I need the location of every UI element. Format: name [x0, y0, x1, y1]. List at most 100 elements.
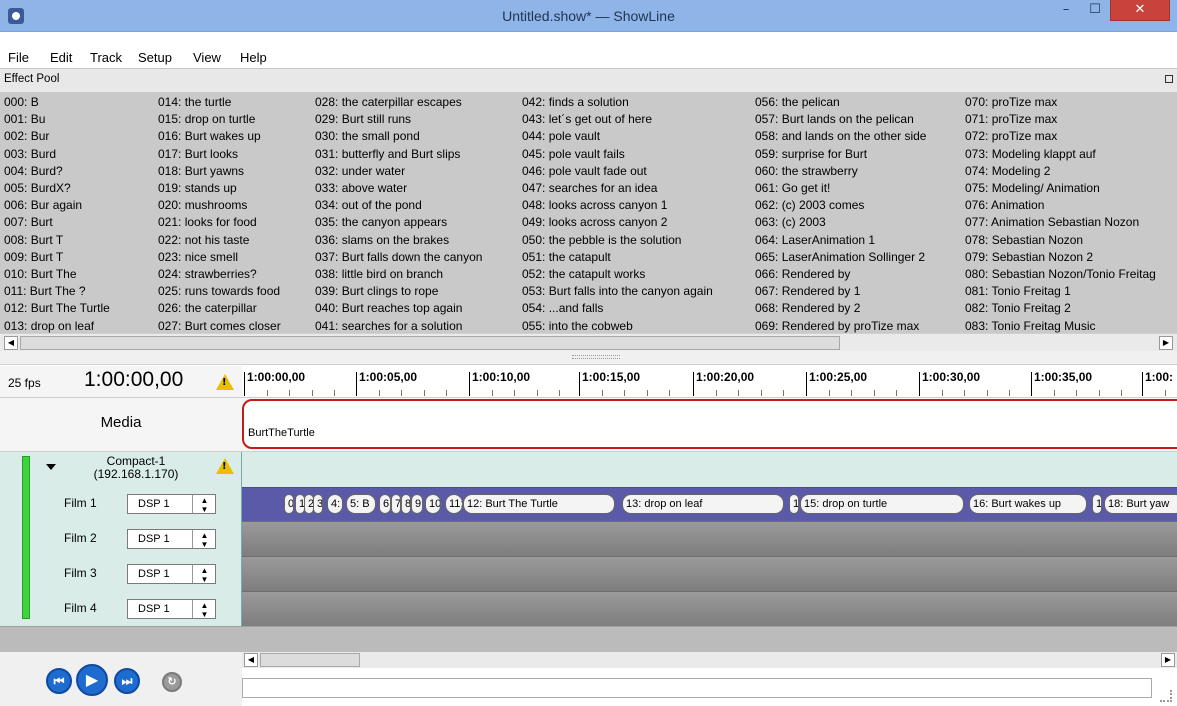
warning-icon[interactable]: [216, 374, 234, 390]
reload-button[interactable]: ↻: [162, 672, 182, 692]
dsp-select[interactable]: DSP 1 ▲ ▼: [127, 564, 216, 584]
effect-item[interactable]: 004: Burd?: [4, 163, 110, 180]
effect-item[interactable]: 062: (c) 2003 comes: [755, 197, 926, 214]
effect-item[interactable]: 011: Burt The ?: [4, 283, 110, 300]
media-track[interactable]: BurtTheTurtle: [242, 398, 1177, 452]
scroll-thumb[interactable]: [260, 653, 360, 667]
spinner-icon[interactable]: ▲ ▼: [192, 530, 216, 549]
film-lane-3[interactable]: [242, 556, 1177, 591]
effect-item[interactable]: 051: the catapult: [522, 249, 713, 266]
effect-item[interactable]: 023: nice smell: [158, 249, 281, 266]
cue-clip[interactable]: 1: [1092, 494, 1102, 514]
effect-item[interactable]: 037: Burt falls down the canyon: [315, 249, 482, 266]
scroll-left-icon[interactable]: ◀: [244, 653, 258, 667]
cue-clip[interactable]: 7: [391, 494, 401, 514]
menu-file[interactable]: File: [8, 50, 29, 65]
cue-clip[interactable]: 8: [401, 494, 411, 514]
effect-item[interactable]: 013: drop on leaf: [4, 318, 110, 333]
menu-edit[interactable]: Edit: [50, 50, 72, 65]
timeline-ruler[interactable]: 1:00:00,00 1:00:05,00 1:00:10,00 1:00:15,00…: [242, 366, 1177, 398]
effect-item[interactable]: 052: the catapult works: [522, 266, 713, 283]
effect-item[interactable]: 063: (c) 2003: [755, 214, 926, 231]
effect-item[interactable]: 007: Burt: [4, 214, 110, 231]
effect-item[interactable]: 079: Sebastian Nozon 2: [965, 249, 1156, 266]
forward-button[interactable]: ⏭: [114, 668, 140, 694]
effect-item[interactable]: 072: proTize max: [965, 128, 1156, 145]
spinner-icon[interactable]: ▲ ▼: [192, 600, 216, 619]
effect-item[interactable]: 008: Burt T: [4, 232, 110, 249]
menu-setup[interactable]: Setup: [138, 50, 172, 65]
effect-item[interactable]: 060: the strawberry: [755, 163, 926, 180]
effect-item[interactable]: 000: B: [4, 94, 110, 111]
effect-item[interactable]: 047: searches for an idea: [522, 180, 713, 197]
cue-clip[interactable]: 16: Burt wakes up: [969, 494, 1087, 514]
effect-item[interactable]: 019: stands up: [158, 180, 281, 197]
effect-item[interactable]: 074: Modeling 2: [965, 163, 1156, 180]
effect-item[interactable]: 055: into the cobweb: [522, 318, 713, 333]
film-lane-4[interactable]: [242, 591, 1177, 626]
cue-clip[interactable]: 13: drop on leaf: [622, 494, 784, 514]
cue-clip[interactable]: 11:: [445, 494, 463, 514]
effect-item[interactable]: 025: runs towards food: [158, 283, 281, 300]
dsp-select[interactable]: DSP 1 ▲ ▼: [127, 599, 216, 619]
cue-clip[interactable]: 12: Burt The Turtle: [463, 494, 615, 514]
effect-item[interactable]: 080: Sebastian Nozon/Tonio Freitag: [965, 266, 1156, 283]
menu-track[interactable]: Track: [90, 50, 122, 65]
effect-item[interactable]: 027: Burt comes closer: [158, 318, 281, 333]
effect-item[interactable]: 054: ...and falls: [522, 300, 713, 317]
effect-item[interactable]: 049: looks across canyon 2: [522, 214, 713, 231]
effect-item[interactable]: 066: Rendered by: [755, 266, 926, 283]
effect-item[interactable]: 081: Tonio Freitag 1: [965, 283, 1156, 300]
cue-clip[interactable]: 5: B: [346, 494, 376, 514]
effect-item[interactable]: 048: looks across canyon 1: [522, 197, 713, 214]
close-button[interactable]: ✕: [1110, 0, 1170, 21]
effect-item[interactable]: 034: out of the pond: [315, 197, 482, 214]
film-lane-1[interactable]: 0 1 2 3 4: 5: B 6 7 8 9 10 11: 12: Burt The Turtle 13…: [242, 487, 1177, 522]
cue-clip[interactable]: 3: [313, 494, 323, 514]
effect-item[interactable]: 021: looks for food: [158, 214, 281, 231]
play-button[interactable]: ▶: [76, 664, 108, 696]
effect-item[interactable]: 006: Bur again: [4, 197, 110, 214]
scroll-thumb[interactable]: [20, 336, 840, 350]
effect-item[interactable]: 061: Go get it!: [755, 180, 926, 197]
collapse-arrow-icon[interactable]: [46, 464, 56, 470]
spinner-icon[interactable]: ▲ ▼: [192, 565, 216, 584]
effect-item[interactable]: 016: Burt wakes up: [158, 128, 281, 145]
effect-item[interactable]: 044: pole vault: [522, 128, 713, 145]
media-clip[interactable]: BurtTheTurtle: [242, 399, 1177, 449]
effect-item[interactable]: 018: Burt yawns: [158, 163, 281, 180]
cue-clip[interactable]: 15: drop on turtle: [800, 494, 964, 514]
effect-item[interactable]: 001: Bu: [4, 111, 110, 128]
effect-item[interactable]: 031: butterfly and Burt slips: [315, 146, 482, 163]
effect-item[interactable]: 038: little bird on branch: [315, 266, 482, 283]
effect-item[interactable]: 036: slams on the brakes: [315, 232, 482, 249]
effect-item[interactable]: 067: Rendered by 1: [755, 283, 926, 300]
effect-item[interactable]: 028: the caterpillar escapes: [315, 94, 482, 111]
effect-item[interactable]: 045: pole vault fails: [522, 146, 713, 163]
film-lane-2[interactable]: [242, 521, 1177, 556]
effect-item[interactable]: 017: Burt looks: [158, 146, 281, 163]
scroll-left-icon[interactable]: ◀: [4, 336, 18, 350]
effect-item[interactable]: 075: Modeling/ Animation: [965, 180, 1156, 197]
cue-clip[interactable]: 0: [284, 494, 294, 514]
effect-item[interactable]: 043: let´s get out of here: [522, 111, 713, 128]
cue-clip[interactable]: 9: [411, 494, 423, 514]
effect-item[interactable]: 022: not his taste: [158, 232, 281, 249]
effect-item[interactable]: 035: the canyon appears: [315, 214, 482, 231]
effect-item[interactable]: 029: Burt still runs: [315, 111, 482, 128]
scroll-right-icon[interactable]: ▶: [1161, 653, 1175, 667]
effect-item[interactable]: 010: Burt The: [4, 266, 110, 283]
effect-item[interactable]: 020: mushrooms: [158, 197, 281, 214]
effect-item[interactable]: 024: strawberries?: [158, 266, 281, 283]
timeline-scrollbar[interactable]: ◀ ▶: [242, 652, 1177, 668]
device-warning-icon[interactable]: [216, 458, 234, 474]
minimize-button[interactable]: –: [1052, 0, 1080, 21]
cue-clip[interactable]: 10: [425, 494, 441, 514]
effect-item[interactable]: 002: Bur: [4, 128, 110, 145]
menu-view[interactable]: View: [193, 50, 221, 65]
effect-item[interactable]: 056: the pelican: [755, 94, 926, 111]
splitter-handle[interactable]: [0, 351, 1177, 365]
effect-item[interactable]: 003: Burd: [4, 146, 110, 163]
effect-item[interactable]: 026: the caterpillar: [158, 300, 281, 317]
dsp-select[interactable]: DSP 1 ▲ ▼: [127, 529, 216, 549]
